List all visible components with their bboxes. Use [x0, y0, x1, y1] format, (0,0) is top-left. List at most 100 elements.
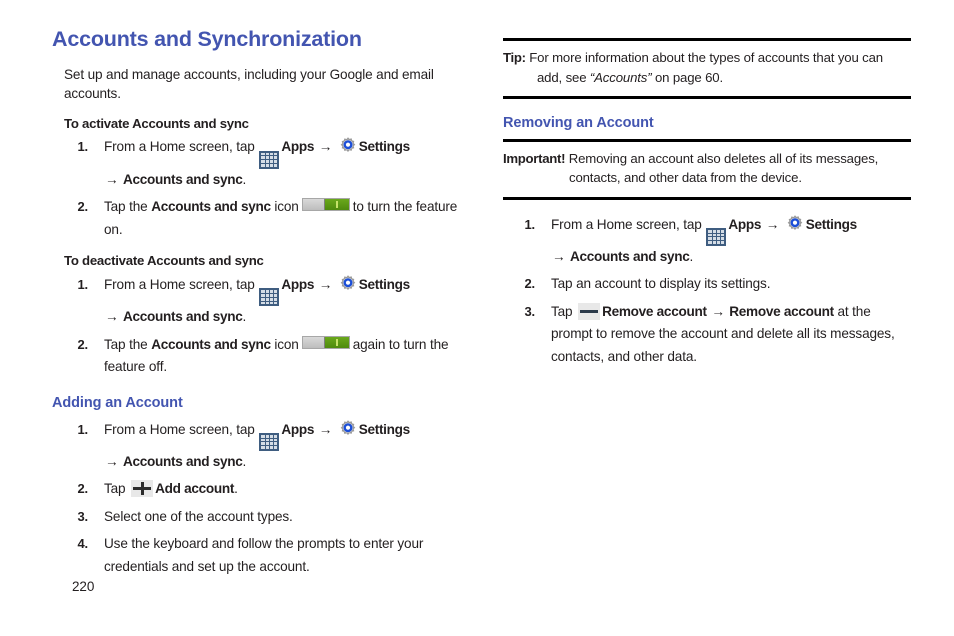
step-number: 4.	[77, 536, 88, 552]
settings-label: Settings	[358, 277, 411, 293]
page-number: 220	[72, 579, 95, 594]
arrow-glyph: →	[105, 309, 119, 325]
settings-gear-icon	[340, 419, 355, 435]
step-number: 1.	[524, 216, 535, 232]
tip-body-end: on page 60.	[654, 69, 723, 85]
step-text-end: .	[689, 248, 694, 264]
step-number: 1.	[77, 421, 88, 437]
section-heading-removing: Removing an Account	[503, 115, 654, 131]
accounts-sync-label: Accounts and sync	[122, 453, 243, 469]
list-item: 2. Tap an account to display its settings…	[503, 273, 911, 296]
steps-list-activate: 1. From a Home screen, tap Apps → Setting…	[52, 136, 470, 241]
apps-grid-icon	[706, 227, 727, 246]
step-number: 2.	[524, 276, 535, 292]
step-number: 3.	[524, 303, 535, 319]
apps-grid-icon	[259, 288, 280, 307]
remove-account-confirm-label: Remove account	[729, 303, 834, 319]
step-text: Tap the	[104, 336, 148, 352]
step-text: Tap the	[104, 199, 148, 215]
apps-grid-icon	[259, 150, 280, 169]
accounts-sync-label: Accounts and sync	[151, 336, 271, 352]
procedure-heading-activate: To activate Accounts and sync	[64, 115, 249, 131]
tip-label: Tip:	[503, 50, 526, 65]
settings-gear-icon	[787, 214, 802, 230]
remove-account-label: Remove account	[602, 303, 707, 319]
accounts-sync-label: Accounts and sync	[569, 248, 690, 264]
apps-label: Apps	[281, 421, 315, 437]
arrow-glyph: →	[711, 303, 725, 319]
step-text-end: .	[242, 309, 247, 325]
plus-add-icon	[131, 480, 154, 498]
step-text: icon	[274, 199, 299, 215]
tip-text: Tip: For more information about the type…	[503, 48, 911, 87]
accounts-sync-label: Accounts and sync	[122, 309, 243, 325]
important-text: Important! Removing an account also dele…	[503, 149, 911, 188]
apps-label: Apps	[281, 139, 315, 155]
accounts-sync-label: Accounts and sync	[122, 171, 243, 187]
list-item: 3. Select one of the account types.	[52, 506, 470, 529]
apps-grid-icon	[259, 432, 280, 451]
steps-list-deactivate: 1. From a Home screen, tap Apps → Setting…	[52, 274, 470, 379]
arrow-glyph: →	[318, 421, 333, 437]
manual-page: Accounts and Synchronization Set up and …	[0, 0, 954, 636]
intro-paragraph: Set up and manage accounts, including yo…	[64, 66, 434, 102]
minus-remove-icon	[578, 302, 601, 320]
arrow-glyph: →	[318, 139, 333, 155]
list-item: 4. Use the keyboard and follow the prompt…	[52, 533, 470, 578]
list-item: 1. From a Home screen, tap Apps → Setting…	[52, 419, 470, 474]
step-text-end: .	[234, 481, 238, 497]
important-body: Removing an account also deletes all of …	[568, 150, 879, 186]
list-item: 2. Tap the Accounts and sync icon to turn …	[52, 196, 470, 241]
toggle-switch-on-icon	[301, 335, 350, 349]
step-text: From a Home screen, tap	[104, 277, 255, 293]
book-reference: “Accounts”	[589, 69, 652, 85]
step-text: Select one of the account types.	[104, 508, 293, 524]
step-number: 2.	[77, 336, 88, 352]
important-label: Important!	[503, 150, 566, 166]
step-text: From a Home screen, tap	[104, 139, 255, 155]
page-title: Accounts and Synchronization	[52, 27, 362, 51]
arrow-glyph: →	[552, 248, 566, 264]
step-text: Use the keyboard and follow the prompts …	[104, 536, 424, 574]
settings-gear-icon	[340, 137, 355, 153]
important-callout: Important! Removing an account also dele…	[503, 138, 911, 200]
accounts-sync-label: Accounts and sync	[151, 199, 271, 215]
arrow-glyph: →	[765, 216, 780, 232]
step-text: Tap	[551, 303, 573, 319]
right-column: Tip: For more information about the type…	[503, 38, 911, 373]
step-number: 2.	[77, 481, 88, 497]
settings-label: Settings	[358, 421, 411, 437]
settings-label: Settings	[358, 139, 411, 155]
list-item: 1. From a Home screen, tap Apps → Setting…	[52, 274, 470, 329]
list-item: 1. From a Home screen, tap Apps → Setting…	[52, 136, 470, 191]
left-column: Accounts and Synchronization Set up and …	[52, 27, 470, 583]
settings-gear-icon	[340, 275, 355, 291]
step-number: 1.	[77, 277, 88, 293]
steps-list-adding: 1. From a Home screen, tap Apps → Setting…	[52, 419, 470, 579]
add-account-label: Add account	[155, 481, 235, 497]
settings-label: Settings	[805, 216, 858, 232]
apps-label: Apps	[728, 216, 762, 232]
step-text-end: .	[242, 453, 247, 469]
procedure-heading-deactivate: To deactivate Accounts and sync	[64, 253, 264, 269]
arrow-glyph: →	[105, 171, 119, 187]
step-text: From a Home screen, tap	[551, 216, 702, 232]
apps-label: Apps	[281, 277, 315, 293]
steps-list-removing: 1. From a Home screen, tap Apps → Setting…	[503, 214, 911, 369]
list-item: 1. From a Home screen, tap Apps → Setting…	[503, 214, 911, 269]
step-text-end: .	[242, 171, 247, 187]
toggle-switch-on-icon	[301, 198, 350, 212]
step-text: Tap	[104, 481, 126, 497]
step-text: Tap an account to display its settings.	[551, 276, 771, 292]
step-number: 3.	[77, 508, 88, 524]
arrow-glyph: →	[318, 277, 333, 293]
step-number: 1.	[77, 139, 88, 155]
arrow-glyph: →	[105, 453, 119, 469]
step-number: 2.	[77, 199, 88, 215]
section-heading-adding: Adding an Account	[52, 394, 183, 411]
step-text: icon	[274, 336, 299, 352]
list-item: 2. Tap Add account.	[52, 478, 470, 501]
list-item: 3. Tap Remove account → Remove account at…	[503, 301, 911, 369]
tip-callout: Tip: For more information about the type…	[503, 38, 911, 99]
list-item: 2. Tap the Accounts and sync icon again to…	[52, 334, 470, 379]
